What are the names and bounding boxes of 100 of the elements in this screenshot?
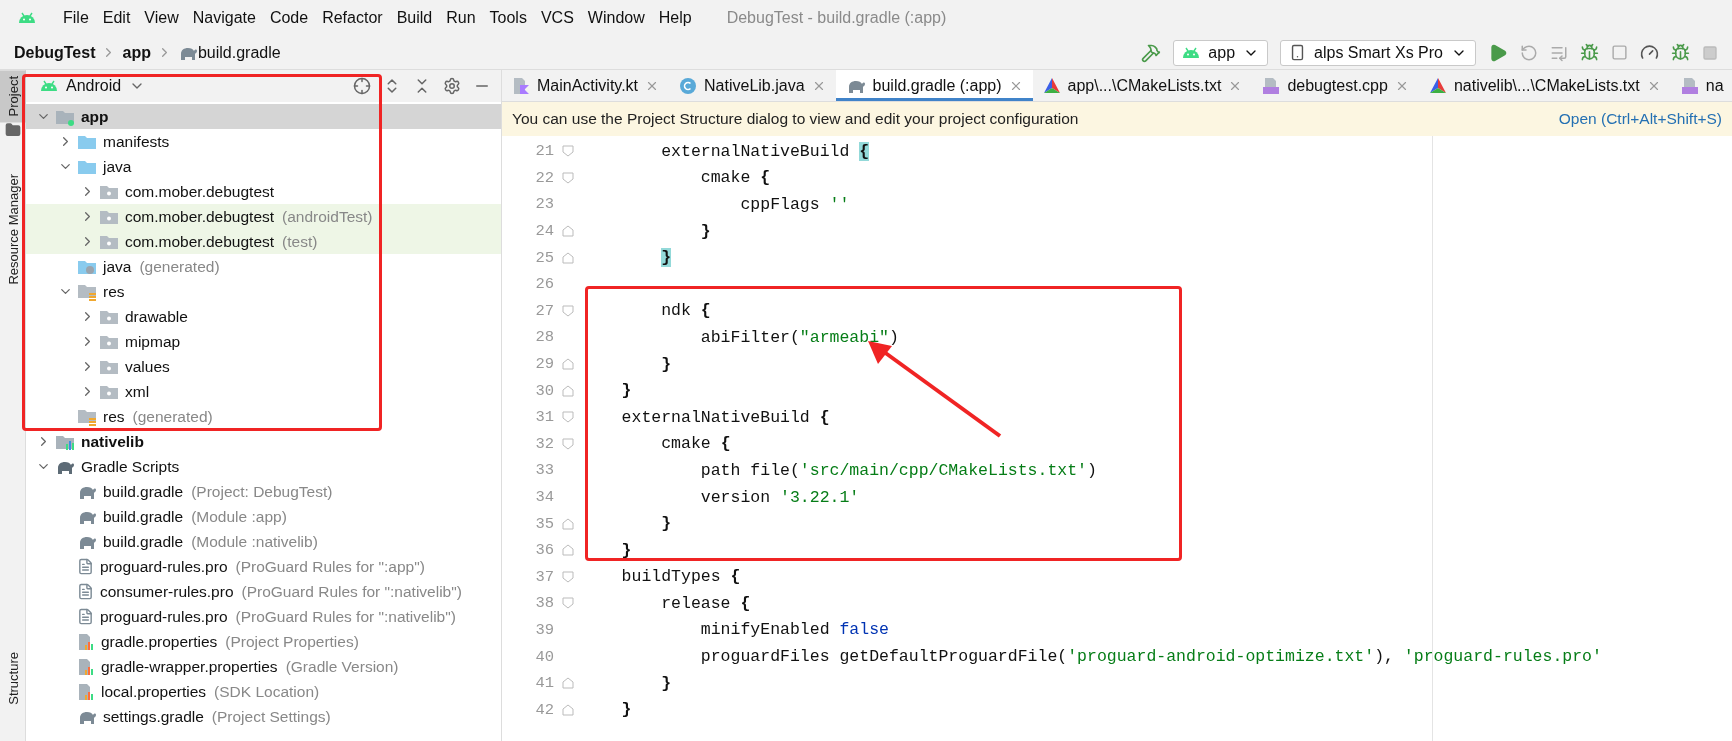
locate-icon[interactable] [353, 77, 371, 95]
coverage-icon[interactable] [1611, 44, 1628, 61]
tree-item[interactable]: gradle.properties (Project Properties) [26, 629, 501, 654]
tree-item-label: res [103, 282, 125, 301]
fold-icon[interactable] [562, 304, 574, 317]
tree-item[interactable]: build.gradle (Module :nativelib) [26, 529, 501, 554]
attach-debugger-icon[interactable] [1671, 43, 1690, 62]
editor-tab[interactable]: NativeLib.java [669, 70, 836, 101]
breadcrumb-item[interactable]: app [122, 43, 151, 62]
fold-end-icon[interactable] [562, 358, 574, 371]
breadcrumb-item[interactable]: build.gradle [197, 43, 281, 62]
code-line: } [660, 354, 672, 374]
tree-item-label: Gradle Scripts [81, 457, 180, 476]
tree-item[interactable]: proguard-rules.pro (ProGuard Rules for ":nativelib") [26, 604, 501, 629]
tree-item[interactable]: com.mober.debugtest (androidTest) [26, 204, 501, 229]
tree-item[interactable]: local.properties (SDK Location) [26, 679, 501, 704]
run-icon[interactable] [1488, 42, 1508, 63]
profiler-icon[interactable] [1640, 43, 1659, 62]
tree-item-label: mipmap [125, 332, 181, 351]
view-dropdown[interactable]: Android [40, 77, 146, 95]
menu-item[interactable]: Tools [482, 9, 534, 27]
hammer-icon[interactable] [1141, 42, 1162, 63]
window-title: DebugTest - build.gradle (:app) [726, 9, 947, 27]
tree-item[interactable]: manifests [26, 129, 501, 154]
menu-item[interactable]: Run [439, 9, 483, 27]
fold-end-icon[interactable] [562, 225, 574, 238]
editor-tab[interactable]: build.gradle (:app) [835, 70, 1033, 101]
stop-icon[interactable] [1702, 44, 1718, 61]
android-icon [1182, 46, 1201, 59]
fold-icon[interactable] [562, 437, 574, 450]
fold-icon[interactable] [562, 145, 574, 158]
fold-end-icon[interactable] [562, 544, 574, 557]
open-link[interactable]: Open (Ctrl+Alt+Shift+S) [1558, 110, 1722, 128]
menu-item[interactable]: Code [262, 9, 316, 27]
line-number: 37 [534, 567, 554, 586]
editor-tab[interactable]: MainActivity.kt [502, 70, 670, 101]
cmake-triangle-icon [1042, 77, 1061, 94]
menu-item[interactable]: Build [389, 9, 440, 27]
tree-item[interactable]: res [26, 279, 501, 304]
tree-item[interactable]: gradle-wrapper.properties (Gradle Version) [26, 654, 501, 679]
tree-item[interactable]: build.gradle (Module :app) [26, 504, 501, 529]
android-icon [40, 80, 58, 92]
line-number: 41 [534, 674, 554, 693]
fold-end-icon[interactable] [562, 517, 574, 530]
fold-end-icon[interactable] [562, 703, 574, 716]
editor-tab[interactable]: debugtest.cpp [1252, 70, 1419, 101]
fold-icon[interactable] [562, 570, 574, 583]
settings-icon[interactable] [443, 77, 461, 95]
tree-item[interactable]: xml [26, 379, 501, 404]
fold-icon[interactable] [562, 411, 574, 424]
tree-item-label: local.properties [101, 682, 207, 701]
tree-item[interactable]: values [26, 354, 501, 379]
breadcrumb-item[interactable]: DebugTest [14, 43, 96, 62]
menu-item[interactable]: Navigate [185, 9, 263, 27]
line-number: 39 [534, 621, 554, 639]
tree-item[interactable]: drawable [26, 304, 501, 329]
tree-item[interactable]: com.mober.debugtest [26, 179, 501, 204]
tree-item[interactable]: settings.gradle (Project Settings) [26, 704, 501, 729]
code-line: } [620, 700, 632, 720]
code-line: ndk { [660, 301, 711, 321]
cpp-file-icon [1262, 76, 1281, 95]
menu-item[interactable]: Edit [95, 9, 138, 27]
menu-item[interactable]: Window [580, 9, 652, 27]
menu-item[interactable]: View [137, 9, 186, 27]
menu-item[interactable]: VCS [533, 9, 581, 27]
fold-icon[interactable] [562, 171, 574, 184]
apply-changes-icon[interactable] [1520, 43, 1538, 62]
tree-item[interactable]: nativelib [26, 429, 501, 454]
fold-end-icon[interactable] [562, 251, 574, 264]
editor-tab[interactable]: nativelib\...\CMakeLists.txt [1418, 70, 1671, 101]
menu-item[interactable]: Help [651, 9, 699, 27]
editor-tab[interactable]: na [1670, 70, 1732, 101]
side-tab[interactable]: Structure [0, 646, 26, 711]
tree-item[interactable]: mipmap [26, 329, 501, 354]
tree-item-note: (Project: DebugTest) [191, 482, 333, 501]
line-number: 36 [534, 541, 554, 560]
tree-item[interactable]: build.gradle (Project: DebugTest) [26, 479, 501, 504]
debug-icon[interactable] [1580, 43, 1599, 62]
device-dropdown[interactable]: alps Smart Xs Pro [1280, 39, 1476, 66]
fold-icon[interactable] [562, 597, 574, 610]
tree-item-label: java [103, 257, 132, 276]
fold-end-icon[interactable] [562, 384, 574, 397]
tree-item[interactable]: Gradle Scripts [26, 454, 501, 479]
fold-end-icon[interactable] [562, 677, 574, 690]
tree-item[interactable]: java (generated) [26, 254, 501, 279]
menu-item[interactable]: Refactor [315, 9, 390, 27]
folder-icon[interactable] [4, 122, 21, 139]
code-line: release { [660, 593, 751, 613]
menu-item[interactable]: File [56, 9, 96, 27]
tree-item[interactable]: com.mober.debugtest (test) [26, 229, 501, 254]
tree-item[interactable]: java [26, 154, 501, 179]
side-tab[interactable]: Resource Manager [0, 168, 26, 292]
tree-item[interactable]: res (generated) [26, 404, 501, 429]
editor-tab[interactable]: app\...\CMakeLists.txt [1032, 70, 1253, 101]
generated-folder-icon [77, 258, 97, 275]
tree-item[interactable]: app [26, 104, 501, 129]
properties-file-icon [77, 682, 95, 701]
configuration-dropdown[interactable]: app [1173, 39, 1269, 66]
tree-item[interactable]: proguard-rules.pro (ProGuard Rules for ":app") [26, 554, 501, 579]
tree-item[interactable]: consumer-rules.pro (ProGuard Rules for ":nativelib") [26, 579, 501, 604]
